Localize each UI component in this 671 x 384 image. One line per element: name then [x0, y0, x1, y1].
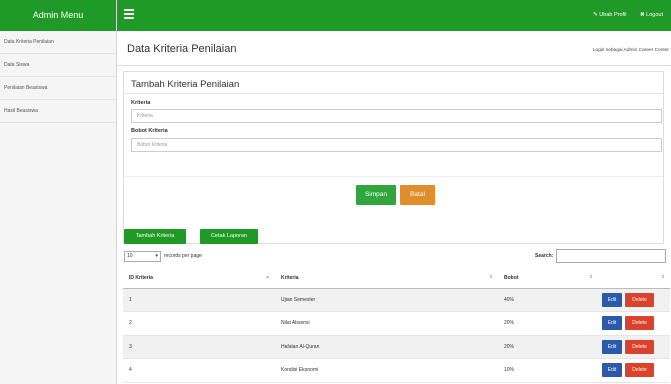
kriteria-input[interactable]	[131, 109, 662, 123]
bobot-label: Bobot Kriteria	[131, 128, 168, 134]
sidebar-item-data-siswa[interactable]: Data Siswa	[0, 54, 116, 77]
edit-button[interactable]: Edit	[602, 292, 622, 307]
cell-kriteria: Nilai Absensi	[275, 311, 498, 336]
sidebar-title: Admin Menu	[0, 0, 116, 31]
kriteria-label: Kriteria	[131, 100, 151, 106]
cell-bobot: 40%	[498, 288, 598, 312]
sort-icon: ⇕	[589, 274, 593, 279]
menu-icon[interactable]	[124, 9, 134, 20]
add-criteria-panel: Tambah Kriteria Penilaian Kriteria Bobot…	[123, 71, 664, 244]
page-length-select[interactable]: 10 ▾	[124, 251, 161, 262]
sort-icon: ▲	[265, 274, 270, 279]
page-title: Data Kriteria Penilaian	[127, 43, 237, 55]
sidebar: Admin Menu Data Kriteria Penilaian Data …	[0, 0, 117, 384]
bobot-input[interactable]	[131, 138, 662, 152]
table-row: 4 Kondisi Ekonomi 10% Edit Delete	[123, 358, 670, 383]
divider	[124, 93, 663, 94]
delete-button[interactable]: Delete	[625, 292, 654, 307]
print-report-button[interactable]: Cetak Laporan	[200, 229, 258, 244]
cell-actions: Edit Delete	[598, 288, 670, 312]
criteria-table: ID Kriteria ▲ Kriteria ⇕ Bobot ⇕ ⇕ 1 Uji…	[123, 268, 670, 383]
cell-kriteria: Hafalan Al-Quran	[275, 335, 498, 359]
cell-actions: Edit Delete	[598, 311, 670, 336]
edit-button[interactable]: Edit	[602, 363, 622, 378]
cell-bobot: 10%	[498, 358, 598, 383]
divider	[117, 65, 671, 66]
cell-actions: Edit Delete	[598, 358, 670, 383]
chevron-down-icon: ▾	[155, 253, 158, 259]
page-length-value: 10	[127, 253, 133, 259]
top-links: ✎ Ubah Profil ✖ Logout	[581, 0, 663, 31]
header-id-label: ID Kriteria	[129, 274, 153, 281]
logout-link[interactable]: ✖ Logout	[640, 12, 663, 18]
table-row: 1 Ujian Semester 40% Edit Delete	[123, 288, 670, 312]
header-bobot-label: Bobot	[504, 274, 519, 281]
cell-actions: Edit Delete	[598, 335, 670, 359]
cell-bobot: 20%	[498, 311, 598, 336]
header-id[interactable]: ID Kriteria ▲	[123, 268, 275, 289]
header-bobot[interactable]: Bobot ⇕	[498, 268, 598, 289]
top-navbar: ✎ Ubah Profil ✖ Logout	[117, 0, 671, 31]
sidebar-item-penilaian-beasiswa[interactable]: Penilaian Beasiswa	[0, 77, 116, 100]
cell-id: 3	[123, 335, 275, 359]
table-row: 3 Hafalan Al-Quran 20% Edit Delete	[123, 335, 670, 359]
profile-link[interactable]: ✎ Ubah Profil	[593, 12, 626, 18]
add-criteria-button[interactable]: Tambah Kriteria	[124, 229, 186, 244]
cell-id: 4	[123, 358, 275, 383]
main-content: Data Kriteria Penilaian Login sebagai Ad…	[117, 31, 671, 384]
sort-icon: ⇕	[661, 274, 665, 279]
header-kriteria-label: Kriteria	[281, 274, 299, 281]
records-per-page-label: records per page	[164, 253, 202, 259]
divider	[124, 176, 663, 177]
delete-button[interactable]: Delete	[625, 316, 654, 331]
header-actions[interactable]: ⇕	[598, 268, 670, 289]
table-header-row: ID Kriteria ▲ Kriteria ⇕ Bobot ⇕ ⇕	[123, 268, 670, 289]
edit-button[interactable]: Edit	[602, 339, 622, 354]
sort-icon: ⇕	[489, 274, 493, 279]
delete-button[interactable]: Delete	[625, 339, 654, 354]
sidebar-item-hasil-beasiswa[interactable]: Hasil Beasiswa	[0, 100, 116, 123]
edit-button[interactable]: Edit	[602, 316, 622, 331]
search-label: Search:	[535, 253, 554, 259]
panel-title: Tambah Kriteria Penilaian	[131, 79, 240, 90]
save-button[interactable]: Simpan	[356, 185, 396, 205]
cell-id: 1	[123, 288, 275, 312]
sidebar-item-data-kriteria[interactable]: Data Kriteria Penilaian	[0, 31, 116, 54]
delete-button[interactable]: Delete	[625, 363, 654, 378]
cell-bobot: 20%	[498, 335, 598, 359]
login-info: Login sebagai Admin Career Center	[592, 48, 669, 53]
header-kriteria[interactable]: Kriteria ⇕	[275, 268, 498, 289]
cancel-button[interactable]: Batal	[400, 185, 435, 205]
cell-id: 2	[123, 311, 275, 336]
cell-kriteria: Ujian Semester	[275, 288, 498, 312]
search-input[interactable]	[556, 249, 666, 263]
cell-kriteria: Kondisi Ekonomi	[275, 358, 498, 383]
table-row: 2 Nilai Absensi 20% Edit Delete	[123, 311, 670, 336]
